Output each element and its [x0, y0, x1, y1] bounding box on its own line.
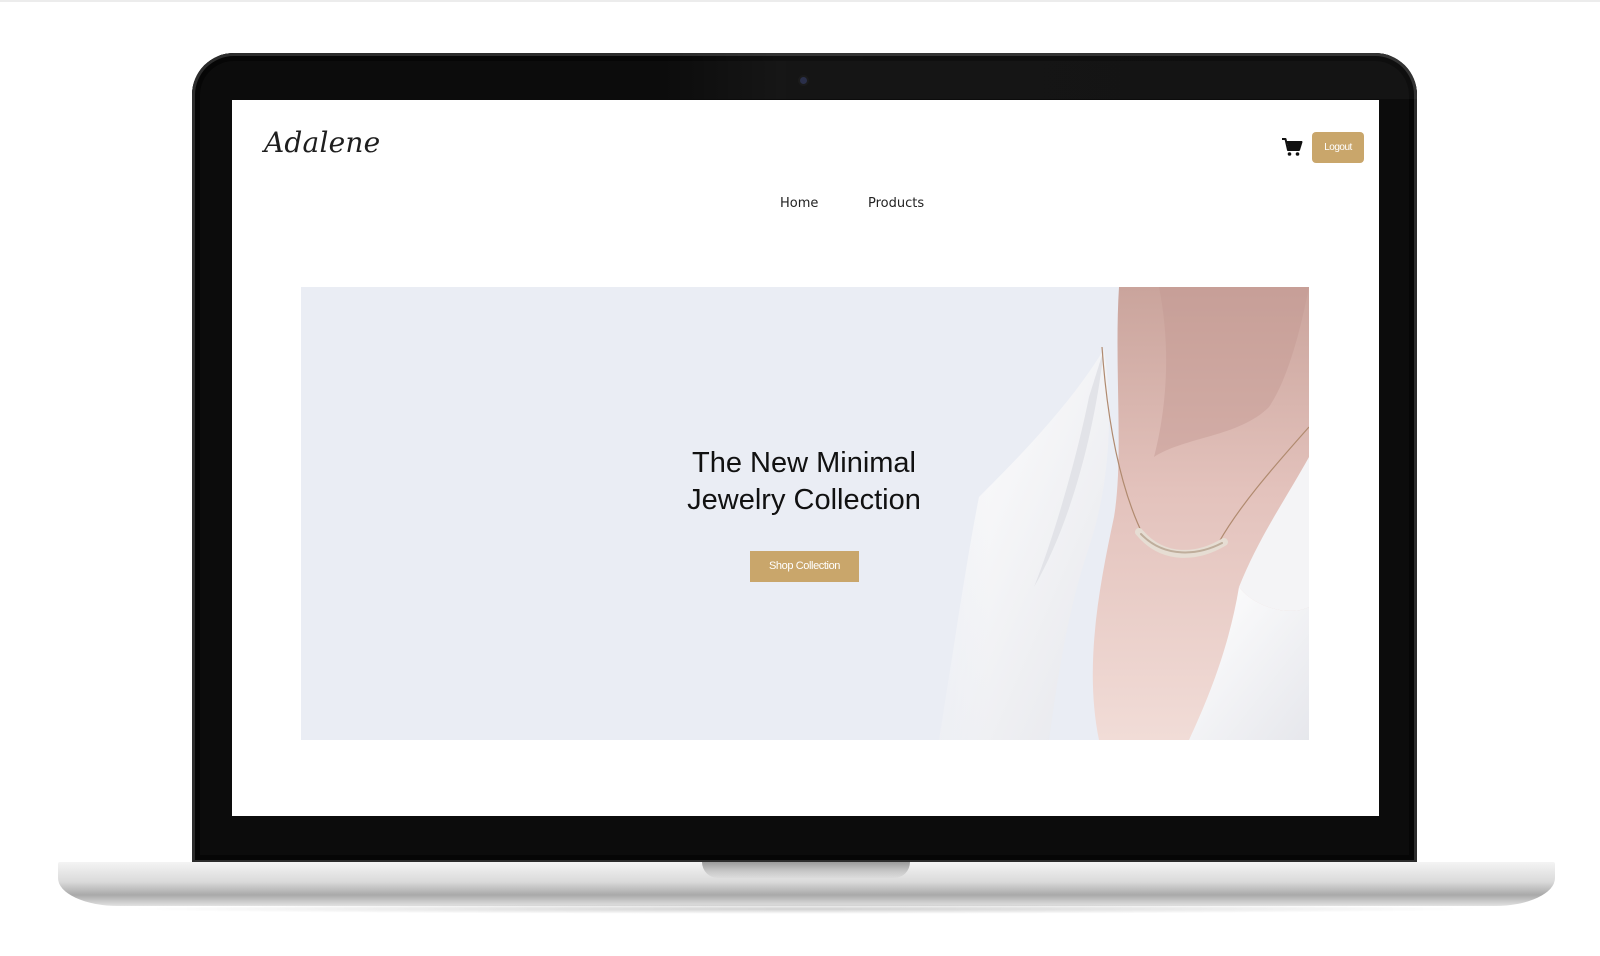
site-logo[interactable]: Adalene: [264, 126, 380, 159]
laptop-screen: Adalene Logout Home Products The New Min…: [232, 100, 1379, 816]
laptop-base-notch: [702, 862, 910, 878]
page-top-line: [0, 0, 1600, 2]
webcam-icon: [800, 77, 807, 84]
lid-sheen: [662, 53, 1422, 99]
hero-banner: The New Minimal Jewelry Collection Shop …: [301, 287, 1309, 740]
hero-title-line-1: The New Minimal: [692, 447, 916, 479]
main-nav: Home Products: [232, 196, 1379, 216]
hero-title: The New Minimal Jewelry Collection: [619, 445, 989, 519]
shop-collection-button[interactable]: Shop Collection: [750, 551, 859, 582]
nav-home-link[interactable]: Home: [780, 196, 818, 211]
laptop-shadow: [120, 904, 1490, 914]
laptop-base: [58, 862, 1555, 906]
nav-products-link[interactable]: Products: [868, 196, 924, 211]
shopping-cart-icon[interactable]: [1281, 136, 1303, 158]
hero-title-line-2: Jewelry Collection: [687, 484, 921, 516]
logout-button[interactable]: Logout: [1312, 132, 1364, 163]
